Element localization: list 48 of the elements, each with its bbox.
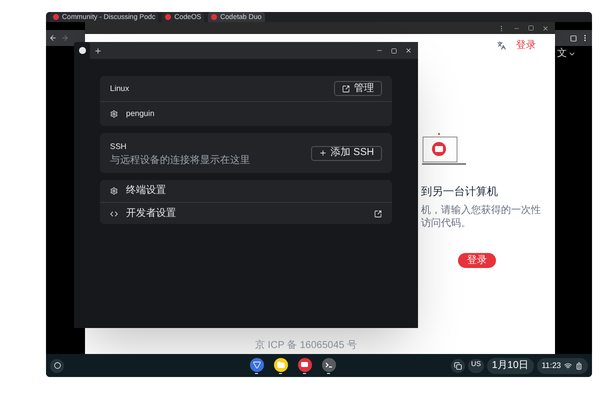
plus-icon bbox=[318, 149, 327, 157]
date-pill[interactable]: 1月10日 bbox=[486, 358, 534, 374]
back-icon[interactable] bbox=[49, 34, 57, 42]
app-icon[interactable] bbox=[298, 358, 312, 372]
forward-icon[interactable] bbox=[61, 34, 69, 42]
clock-time: 11:23 bbox=[542, 360, 561, 372]
card-description: 与远程设备的连接将显示在这里 bbox=[110, 156, 250, 166]
external-link-icon bbox=[342, 84, 350, 92]
heading: 到另一台计算机 bbox=[421, 185, 498, 200]
add-ssh-button[interactable]: 添加 SSH bbox=[310, 146, 382, 160]
site-icon bbox=[165, 14, 172, 20]
card-title: Linux bbox=[110, 82, 130, 94]
site-icon bbox=[53, 14, 59, 20]
settings-row[interactable]: 开发者设置 bbox=[100, 202, 392, 224]
app-icon[interactable] bbox=[250, 358, 264, 372]
terminal-icon[interactable] bbox=[322, 358, 336, 372]
maximize-icon[interactable] bbox=[391, 48, 397, 54]
language-selector[interactable]: 文 bbox=[557, 46, 567, 61]
status-area[interactable]: 11:23 bbox=[536, 358, 588, 374]
circle-icon bbox=[54, 362, 60, 369]
card-title: SSH bbox=[110, 140, 128, 152]
screenshot-icon bbox=[454, 362, 462, 370]
settings-row[interactable]: 终端设置 bbox=[100, 180, 392, 202]
gear-icon bbox=[110, 187, 118, 195]
site-icon bbox=[211, 14, 218, 20]
plus-icon bbox=[94, 46, 102, 54]
close-icon[interactable] bbox=[405, 47, 412, 54]
footer-text: 京 ICP 备 16065045 号 bbox=[255, 338, 358, 353]
screenshot-button[interactable] bbox=[451, 358, 466, 372]
description: 机，请输入您获得的一次性访问代码。 bbox=[421, 204, 541, 230]
launcher-button[interactable] bbox=[50, 358, 64, 372]
chevron-down-icon[interactable] bbox=[568, 50, 576, 58]
code-icon bbox=[110, 210, 118, 218]
terminal-tab[interactable] bbox=[74, 42, 90, 59]
menu-icon[interactable] bbox=[498, 24, 505, 32]
wifi-icon bbox=[564, 362, 572, 370]
container-row[interactable]: penguin bbox=[100, 102, 392, 126]
gear-icon bbox=[110, 110, 118, 118]
side-panel-icon[interactable] bbox=[570, 34, 577, 42]
minimize-icon[interactable] bbox=[376, 47, 383, 54]
close-icon[interactable] bbox=[542, 24, 549, 32]
maximize-icon[interactable] bbox=[528, 25, 534, 31]
folder-icon[interactable] bbox=[274, 358, 288, 372]
translate-icon[interactable] bbox=[497, 41, 506, 50]
manage-button[interactable]: 管理 bbox=[334, 81, 382, 96]
battery-icon bbox=[575, 362, 583, 370]
login-link[interactable]: 登录 bbox=[516, 38, 536, 53]
login-button[interactable]: 登录 bbox=[458, 253, 496, 268]
